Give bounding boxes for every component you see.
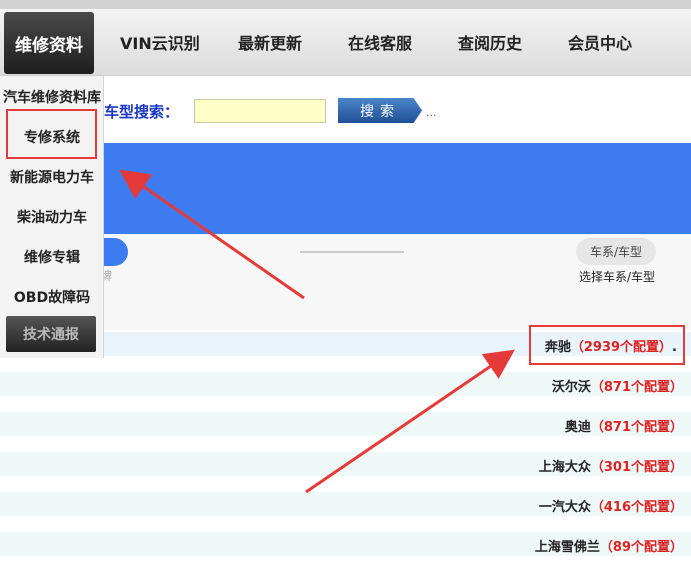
brand-item-volvo[interactable]: 沃尔沃（871个配置） [552,376,683,395]
brand-count: （416个配置） [590,500,683,515]
nav-item-history[interactable]: 查阅历史 [458,30,522,54]
dropdown-item-diesel[interactable]: 柴油动力车 [0,207,104,227]
brand-name: 上海大众 [538,460,591,475]
brand-count: （871个配置） [590,420,683,435]
annotation-box-specialty [6,109,97,159]
brand-count: （871个配置） [590,380,683,395]
brand-count: （89个配置） [599,540,683,555]
brand-item-svw[interactable]: 上海大众（301个配置） [539,456,683,475]
search-label: 车型搜索： [104,103,180,121]
brand-item-chevrolet[interactable]: 上海雪佛兰（89个配置） [535,536,683,555]
brand-item-audi[interactable]: 奥迪（871个配置） [565,416,683,435]
brand-name: 一汽大众 [538,500,591,515]
search-input[interactable] [194,99,326,123]
search-button[interactable]: 搜索 [338,98,422,123]
brand-name: 奥迪 [564,420,591,435]
annotation-box-benz [529,325,685,365]
nav-item-repair-data[interactable]: 维修资料 [4,12,94,74]
step-label-model: 选择车系/车型 [579,270,656,284]
brand-count: （301个配置） [590,460,683,475]
dropdown-item-ev[interactable]: 新能源电力车 [0,167,104,187]
dropdown-item-library[interactable]: 汽车维修资料库 [0,87,104,107]
brand-name: 沃尔沃 [551,380,591,395]
nav-item-vin[interactable]: VIN云识别 [120,30,200,54]
step-connector [300,251,404,253]
search-trail: ... [426,106,437,119]
dropdown-item-obd[interactable]: OBD故障码 [0,287,104,307]
step-pill-model[interactable]: 车系/车型 [576,238,656,265]
nav-item-support[interactable]: 在线客服 [348,30,412,54]
brand-item-faw-vw[interactable]: 一汽大众（416个配置） [539,496,683,515]
dropdown-item-bulletin[interactable]: 技术通报 [6,316,96,352]
dropdown-item-album[interactable]: 维修专辑 [0,247,104,267]
top-strip [0,0,691,9]
top-nav: 维修资料 VIN云识别 最新更新 在线客服 查阅历史 会员中心 [0,0,691,76]
nav-item-latest[interactable]: 最新更新 [238,30,302,54]
brand-name: 上海雪佛兰 [534,540,600,555]
nav-item-member[interactable]: 会员中心 [568,30,632,54]
